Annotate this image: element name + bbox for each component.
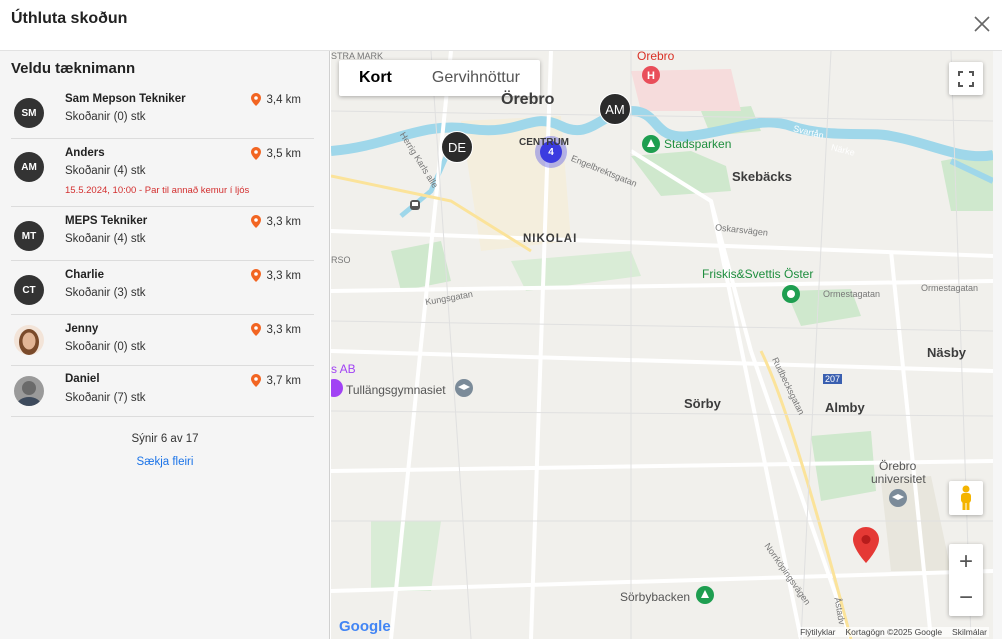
school-icon [889, 489, 907, 507]
map-label-nikolai: NIKOLAI [523, 233, 578, 245]
dialog-title: Úthluta skoðun [11, 10, 128, 27]
map-label-almby: Almby [825, 400, 865, 415]
business-icon [331, 379, 343, 397]
school-icon [455, 379, 473, 397]
map-label-sorbybacken: Sörbybacken [620, 590, 691, 604]
avatar: MT [14, 221, 44, 251]
technician-unavailable-note: 15.5.2024, 10:00 - Par til annað kemur í… [65, 185, 250, 196]
technician-name: Anders [65, 147, 105, 159]
zoom-out-button[interactable]: − [949, 580, 983, 616]
map-label-hospital: Örebro [637, 51, 675, 63]
map-label-ormestagatan-1: Ormestagatan [823, 289, 881, 299]
map-label-centrum: CENTRUM [519, 137, 569, 148]
technician-item-charlie[interactable]: CT Charlie Skoðanir (3) stk 3,3 km [11, 261, 314, 315]
fullscreen-button[interactable] [949, 62, 983, 95]
map-label-friskis: Friskis&Svettis Öster [702, 267, 814, 281]
technician-inspections: Skoðanir (0) stk [65, 341, 146, 353]
location-pin-icon [251, 93, 262, 106]
panel-heading: Veldu tæknimann [11, 60, 136, 77]
avatar: SM [14, 98, 44, 128]
map-view[interactable]: Kort Gervihnöttur + − DE AM 4 H Örebro Ö… [331, 51, 993, 639]
technician-name: MEPS Tekniker [65, 215, 148, 227]
dialog-header: Úthluta skoðun [0, 0, 1002, 51]
svg-text:H: H [647, 70, 655, 82]
avatar [14, 376, 44, 406]
location-pin-icon [251, 147, 262, 160]
technician-inspections: Skoðanir (4) stk [65, 165, 146, 177]
park-icon [696, 586, 714, 604]
tab-map[interactable]: Kort [339, 60, 412, 96]
map-data-text: Kortagögn ©2025 Google [845, 627, 943, 637]
technician-inspections: Skoðanir (4) stk [65, 233, 146, 245]
keyboard-shortcuts-link[interactable]: Flýtilyklar [800, 627, 835, 637]
load-more-link[interactable]: Sækja fleiri [0, 456, 330, 468]
technician-distance: 3,5 km [251, 147, 301, 160]
map-label-stadsparken: Stadsparken [664, 137, 732, 151]
technician-item-daniel[interactable]: Daniel Skoðanir (7) stk 3,7 km [11, 366, 314, 417]
location-pin-icon [251, 269, 262, 282]
results-count: Sýnir 6 av 17 [131, 433, 199, 445]
technician-distance: 3,4 km [251, 93, 301, 106]
hospital-icon: H [642, 66, 660, 84]
destination-pin-icon[interactable] [853, 527, 879, 563]
map-label-orebro: Örebro [501, 91, 555, 108]
technician-item-anders[interactable]: AM Anders Skoðanir (4) stk 15.5.2024, 10… [11, 139, 314, 207]
person-photo-icon [19, 329, 39, 355]
location-pin-icon [251, 215, 262, 228]
avatar: CT [14, 275, 44, 305]
assign-inspection-dialog: Úthluta skoðun Veldu tæknimann SM Sam Me… [0, 0, 1002, 639]
avatar [14, 325, 44, 355]
pegman-icon [961, 485, 971, 510]
location-pin-icon [251, 323, 262, 336]
person-photo-icon [17, 381, 41, 406]
map-label-sorby: Sörby [684, 396, 721, 411]
map-label-nasby: Näsby [927, 345, 967, 360]
map-label-rso: RSO [331, 255, 351, 265]
fullscreen-icon [958, 70, 974, 87]
map-label-skebacks: Skebäcks [732, 169, 792, 184]
map-label-universitet-1: Örebro [879, 459, 917, 473]
map-label-tullangs: Tullängsgymnasiet [346, 383, 446, 397]
gym-icon [782, 285, 800, 303]
technician-item-meps[interactable]: MT MEPS Tekniker Skoðanir (4) stk 3,3 km [11, 207, 314, 261]
technician-marker-am[interactable]: AM [599, 93, 631, 125]
map-label-ab: s AB [331, 362, 356, 376]
technician-inspections: Skoðanir (3) stk [65, 287, 146, 299]
terms-link[interactable]: Skilmálar [952, 627, 987, 637]
zoom-controls: + − [949, 544, 983, 616]
map-label-universitet-2: universitet [871, 472, 926, 486]
route-shield: 207 [823, 374, 843, 384]
technician-distance: 3,3 km [251, 269, 301, 282]
technician-distance: 3,3 km [251, 215, 301, 228]
avatar: AM [14, 152, 44, 182]
technician-name: Sam Mepson Tekniker [65, 93, 186, 105]
technician-name: Daniel [65, 373, 100, 385]
technician-name: Charlie [65, 269, 104, 281]
map-attribution: Flýtilyklar Kortagögn ©2025 Google Skilm… [798, 627, 989, 637]
technician-panel: Veldu tæknimann SM Sam Mepson Tekniker S… [0, 51, 330, 639]
park-icon [642, 135, 660, 153]
technician-item-sam[interactable]: SM Sam Mepson Tekniker Skoðanir (0) stk … [11, 87, 314, 139]
technician-inspections: Skoðanir (7) stk [65, 392, 146, 404]
location-pin-icon [251, 374, 262, 387]
google-logo: Google [339, 618, 391, 635]
street-view-button[interactable] [949, 481, 983, 515]
technician-distance: 3,7 km [251, 374, 301, 387]
bus-icon [410, 200, 420, 210]
zoom-in-button[interactable]: + [949, 544, 983, 580]
technician-item-jenny[interactable]: Jenny Skoðanir (0) stk 3,3 km [11, 315, 314, 366]
technician-name: Jenny [65, 323, 99, 335]
technician-inspections: Skoðanir (0) stk [65, 111, 146, 123]
map-label-stra-mark: STRA MARK [331, 51, 384, 61]
scrollbar[interactable] [993, 51, 1002, 639]
technician-distance: 3,3 km [251, 323, 301, 336]
map-label-ormestagatan-2: Ormestagatan [921, 283, 979, 293]
close-icon[interactable] [970, 12, 994, 36]
map-base-layer [331, 51, 993, 639]
technician-marker-de[interactable]: DE [441, 131, 473, 163]
